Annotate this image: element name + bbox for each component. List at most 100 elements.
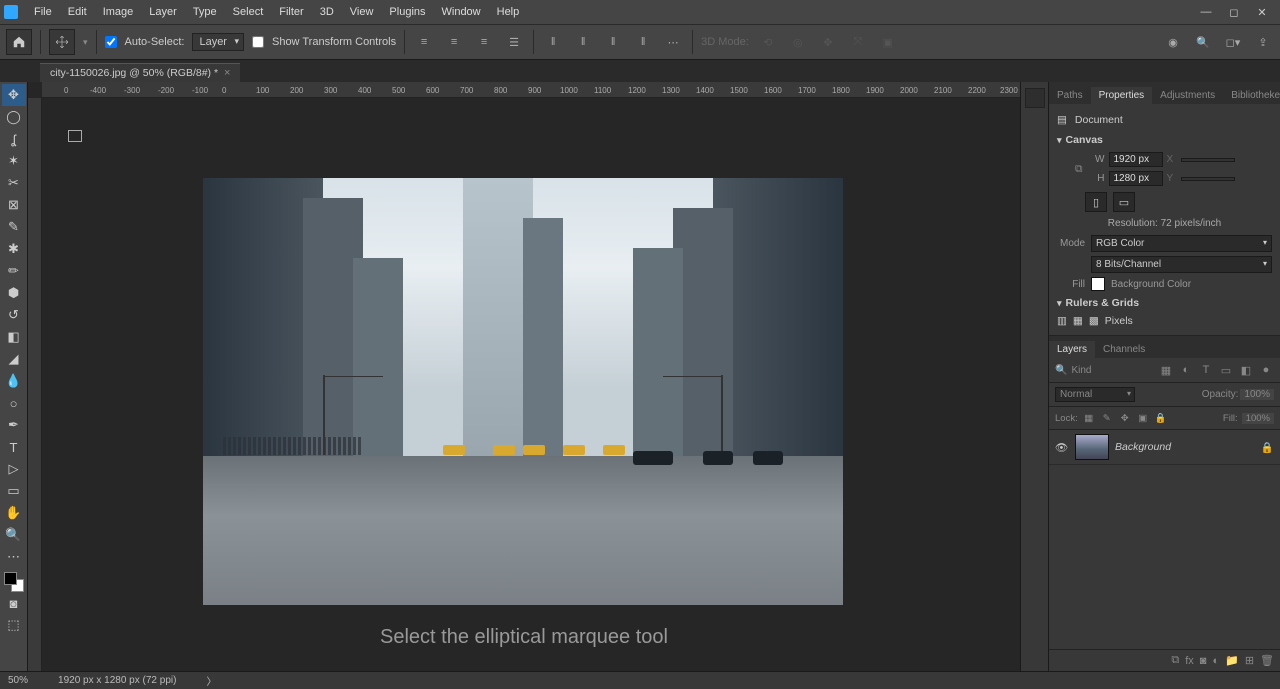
tab-layers[interactable]: Layers bbox=[1049, 341, 1095, 358]
height-input[interactable]: 1280 px bbox=[1109, 171, 1163, 186]
menu-edit[interactable]: Edit bbox=[60, 6, 95, 18]
filter-shape-icon[interactable]: ▭ bbox=[1218, 362, 1234, 378]
screen-mode-tool[interactable]: ⬚ bbox=[2, 614, 26, 636]
filter-kind-label[interactable]: Kind bbox=[1071, 365, 1154, 376]
close-tab-icon[interactable]: × bbox=[224, 67, 230, 79]
x-input[interactable] bbox=[1181, 158, 1235, 162]
menu-window[interactable]: Window bbox=[434, 6, 489, 18]
menu-view[interactable]: View bbox=[342, 6, 382, 18]
filter-adjust-icon[interactable]: ◐ bbox=[1178, 362, 1194, 378]
foreground-swatch[interactable] bbox=[4, 572, 17, 585]
layer-lock-icon[interactable]: 🔒 bbox=[1261, 441, 1274, 454]
workspace-switcher-icon[interactable]: ◻▾ bbox=[1222, 31, 1244, 53]
menu-file[interactable]: File bbox=[26, 6, 60, 18]
align-center-h-icon[interactable]: ≡ bbox=[443, 31, 465, 53]
ruler-toggle-icon[interactable]: ▥ bbox=[1057, 315, 1067, 327]
layer-name-label[interactable]: Background bbox=[1115, 441, 1255, 453]
share-icon[interactable]: ⇪ bbox=[1252, 31, 1274, 53]
link-dims-icon[interactable]: ⧉ bbox=[1075, 163, 1083, 176]
tab-paths[interactable]: Paths bbox=[1049, 87, 1091, 104]
collapsed-panel-icon[interactable] bbox=[1025, 88, 1045, 108]
blend-mode-dropdown[interactable]: Normal bbox=[1055, 387, 1135, 402]
tab-adjustments[interactable]: Adjustments bbox=[1152, 87, 1223, 104]
type-tool[interactable]: T bbox=[2, 436, 26, 458]
filter-type-icon[interactable]: T bbox=[1198, 362, 1214, 378]
marquee-tool[interactable]: ◯ bbox=[2, 106, 26, 128]
document-image[interactable] bbox=[203, 178, 843, 605]
new-layer-icon[interactable]: ⊞ bbox=[1245, 654, 1254, 667]
layer-mask-icon[interactable]: ◙ bbox=[1200, 655, 1207, 667]
quick-mask-tool[interactable]: ◙ bbox=[2, 592, 26, 614]
opacity-value[interactable]: 100% bbox=[1240, 389, 1274, 400]
menu-type[interactable]: Type bbox=[185, 6, 225, 18]
lock-pixels-icon[interactable]: ✎ bbox=[1100, 411, 1114, 425]
cloud-docs-icon[interactable]: ◉ bbox=[1162, 31, 1184, 53]
lock-transparency-icon[interactable]: ▦ bbox=[1082, 411, 1096, 425]
hand-tool[interactable]: ✋ bbox=[2, 502, 26, 524]
delete-layer-icon[interactable]: 🗑 bbox=[1260, 654, 1274, 667]
spot-heal-tool[interactable]: ✱ bbox=[2, 238, 26, 260]
ruler-units-dropdown[interactable]: Pixels bbox=[1105, 315, 1165, 327]
auto-select-checkbox[interactable] bbox=[105, 36, 117, 48]
menu-filter[interactable]: Filter bbox=[271, 6, 311, 18]
layer-visibility-icon[interactable]: 👁 bbox=[1055, 441, 1069, 454]
menu-select[interactable]: Select bbox=[225, 6, 272, 18]
fill-swatch[interactable] bbox=[1091, 277, 1105, 291]
filter-smart-icon[interactable]: ◧ bbox=[1238, 362, 1254, 378]
canvas-area[interactable]: 0 -400 -300 -200 -100 0 100 200 300 400 … bbox=[28, 82, 1020, 671]
blur-tool[interactable]: 💧 bbox=[2, 370, 26, 392]
color-mode-dropdown[interactable]: RGB Color bbox=[1091, 235, 1272, 252]
width-input[interactable]: 1920 px bbox=[1109, 152, 1163, 167]
path-select-tool[interactable]: ▷ bbox=[2, 458, 26, 480]
zoom-level[interactable]: 50% bbox=[8, 675, 28, 686]
gradient-tool[interactable]: ◢ bbox=[2, 348, 26, 370]
window-maximize[interactable]: ◻ bbox=[1220, 2, 1248, 22]
lock-position-icon[interactable]: ✥ bbox=[1118, 411, 1132, 425]
grid-toggle-icon[interactable]: ▦ bbox=[1073, 315, 1083, 327]
align-right-icon[interactable]: ≡ bbox=[473, 31, 495, 53]
bit-depth-dropdown[interactable]: 8 Bits/Channel bbox=[1091, 256, 1272, 273]
doc-dims-status[interactable]: 1920 px x 1280 px (72 ppi) bbox=[58, 675, 176, 686]
eraser-tool[interactable]: ◧ bbox=[2, 326, 26, 348]
window-close[interactable]: ✕ bbox=[1248, 2, 1276, 22]
lock-artboard-icon[interactable]: ▣ bbox=[1136, 411, 1150, 425]
distribute-v-icon[interactable]: ‖ bbox=[632, 31, 654, 53]
tab-libraries[interactable]: Bibliotheken bbox=[1223, 87, 1280, 104]
frame-tool[interactable]: ⊠ bbox=[2, 194, 26, 216]
menu-plugins[interactable]: Plugins bbox=[381, 6, 433, 18]
link-layers-icon[interactable]: ⧉ bbox=[1171, 654, 1179, 667]
window-minimize[interactable]: — bbox=[1192, 2, 1220, 22]
lock-all-icon[interactable]: 🔒 bbox=[1154, 411, 1168, 425]
align-bottom-icon[interactable]: ‖ bbox=[602, 31, 624, 53]
move-tool[interactable]: ✥ bbox=[2, 84, 26, 106]
filter-search-icon[interactable]: 🔍 bbox=[1055, 365, 1067, 376]
show-transform-checkbox[interactable] bbox=[252, 36, 264, 48]
search-icon[interactable]: 🔍 bbox=[1192, 31, 1214, 53]
auto-select-dropdown[interactable]: Layer bbox=[192, 33, 244, 51]
canvas-section-header[interactable]: Canvas bbox=[1057, 130, 1272, 150]
more-align-icon[interactable]: ⋯ bbox=[662, 31, 684, 53]
layer-style-icon[interactable]: fx bbox=[1185, 655, 1194, 667]
tab-channels[interactable]: Channels bbox=[1095, 341, 1153, 358]
orientation-landscape-icon[interactable]: ▭ bbox=[1113, 192, 1135, 212]
dodge-tool[interactable]: ○ bbox=[2, 392, 26, 414]
layer-group-icon[interactable]: 📁 bbox=[1225, 654, 1239, 667]
adjustment-layer-icon[interactable]: ◐ bbox=[1212, 655, 1219, 667]
pen-tool[interactable]: ✒ bbox=[2, 414, 26, 436]
clone-stamp-tool[interactable]: ⬢ bbox=[2, 282, 26, 304]
edit-toolbar[interactable]: ⋯ bbox=[2, 546, 26, 568]
menu-3d[interactable]: 3D bbox=[312, 6, 342, 18]
shape-tool[interactable]: ▭ bbox=[2, 480, 26, 502]
tab-properties[interactable]: Properties bbox=[1091, 87, 1153, 104]
align-left-icon[interactable]: ≡ bbox=[413, 31, 435, 53]
eyedropper-tool[interactable]: ✎ bbox=[2, 216, 26, 238]
align-top-icon[interactable]: ‖ bbox=[542, 31, 564, 53]
home-button[interactable] bbox=[6, 29, 32, 55]
menu-image[interactable]: Image bbox=[95, 6, 142, 18]
y-input[interactable] bbox=[1181, 177, 1235, 181]
distribute-h-icon[interactable]: ☰ bbox=[503, 31, 525, 53]
orientation-portrait-icon[interactable]: ▯ bbox=[1085, 192, 1107, 212]
document-tab[interactable]: city-1150026.jpg @ 50% (RGB/8#) * × bbox=[40, 63, 240, 82]
menu-help[interactable]: Help bbox=[489, 6, 528, 18]
magic-wand-tool[interactable]: ✶ bbox=[2, 150, 26, 172]
